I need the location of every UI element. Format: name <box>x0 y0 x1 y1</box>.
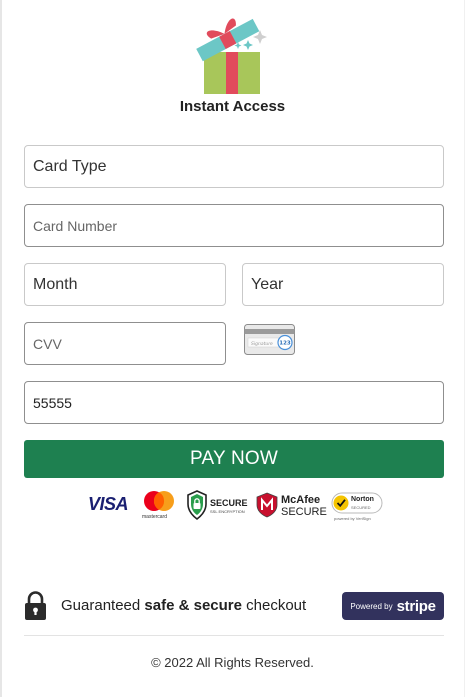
guarantee-bold: safe & secure <box>144 597 242 614</box>
card-type-select[interactable]: Card Type <box>24 145 444 188</box>
guarantee-suffix: checkout <box>241 597 307 614</box>
cvv-number-label: 123 <box>279 341 291 347</box>
mastercard-label: mastercard <box>142 514 168 520</box>
gift-icon <box>196 18 267 94</box>
month-select[interactable]: Month <box>24 263 226 306</box>
trust-badges: VISA mastercard SECURE SSL ENCRYPTION Mc… <box>86 488 386 524</box>
secure-label: SECURE <box>210 498 248 508</box>
zip-field[interactable]: 55555 <box>24 381 444 424</box>
mcafee-label: McAfee <box>281 494 321 506</box>
padlock-icon <box>25 591 46 620</box>
visa-logo: VISA <box>88 494 129 514</box>
mcafee-secure-label: SECURE <box>281 506 327 518</box>
copyright-text: © 2022 All Rights Reserved. <box>151 655 314 670</box>
cvv-field[interactable]: CVV <box>24 322 226 365</box>
norton-verisign-label: powered by VeriSign <box>334 516 371 521</box>
powered-by-label: Powered by <box>350 601 393 611</box>
year-select[interactable]: Year <box>242 263 444 306</box>
cvv-signature-label: Signature <box>251 341 273 347</box>
cvv-card-icon: Signature 123 <box>244 324 295 355</box>
footer-divider <box>24 635 444 636</box>
shield-lock-icon <box>187 490 207 520</box>
guarantee-prefix: Guaranteed <box>61 597 145 614</box>
norton-label: Norton <box>351 496 374 503</box>
norton-secured-label: SECURED <box>351 505 371 510</box>
page-title: Instant Access <box>179 98 286 115</box>
ssl-encryption-label: SSL ENCRYPTION <box>210 509 245 514</box>
card-number-field[interactable]: Card Number <box>24 204 444 247</box>
secure-checkout-text: Guaranteed safe & secure checkout <box>61 597 306 614</box>
pay-now-button[interactable]: PAY NOW <box>24 440 444 478</box>
powered-by-stripe-badge: Powered by stripe <box>342 592 444 620</box>
mcafee-shield-icon <box>256 492 278 518</box>
stripe-logo: stripe <box>396 597 436 615</box>
secure-checkout-row: Guaranteed safe & secure checkout Powere… <box>24 591 444 621</box>
mastercard-logo <box>144 491 174 511</box>
